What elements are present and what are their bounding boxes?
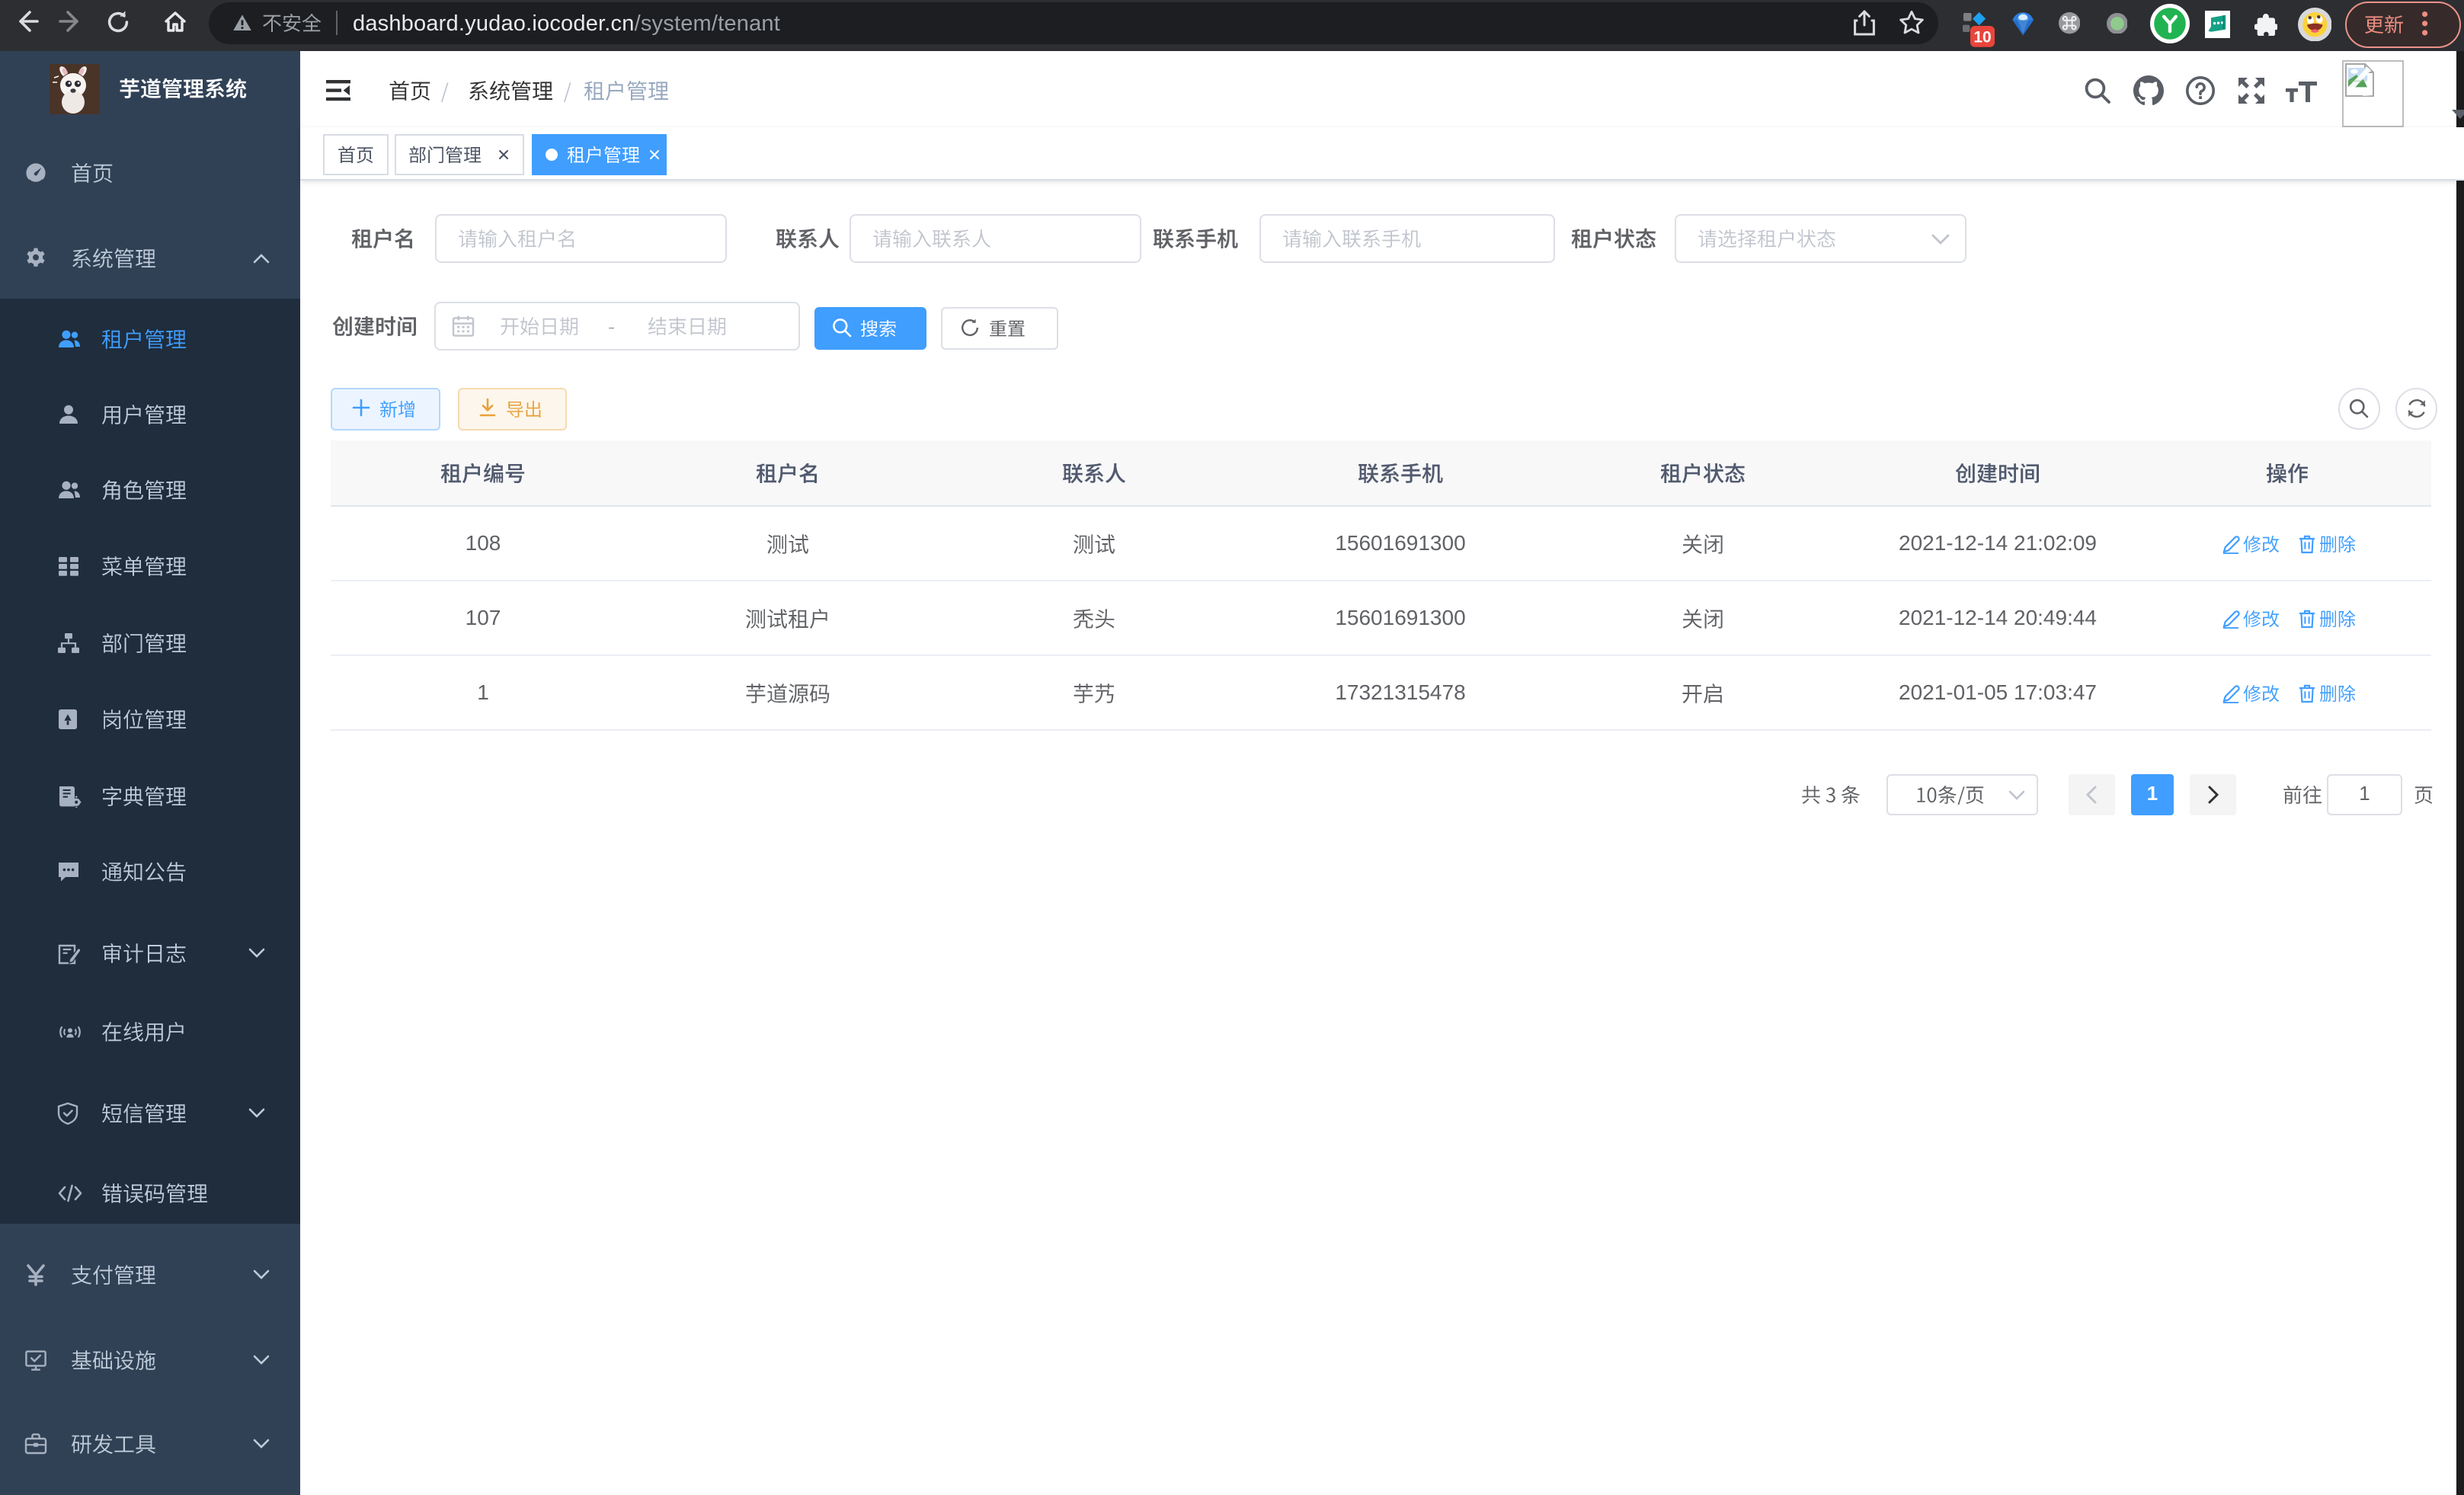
svg-text:10: 10 xyxy=(1973,28,1991,46)
